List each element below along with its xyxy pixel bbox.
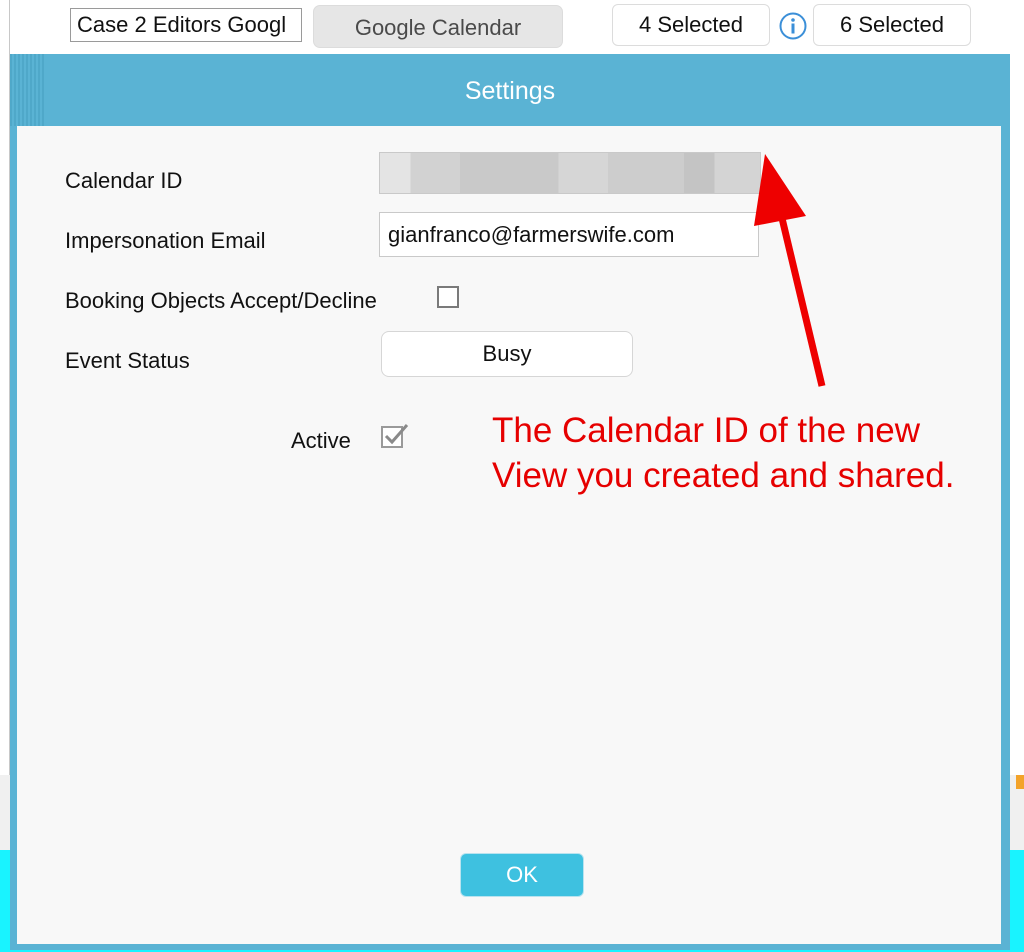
active-label: Active (291, 428, 351, 453)
booking-objects-label: Booking Objects Accept/Decline (65, 288, 377, 313)
calendar-id-label: Calendar ID (65, 168, 183, 193)
name-field[interactable]: Case 2 Editors Googl (70, 8, 302, 42)
event-status-select[interactable]: Busy (381, 331, 633, 377)
annotation-arrow-icon (754, 154, 826, 387)
active-checkbox[interactable] (381, 424, 409, 448)
calendar-id-input[interactable] (379, 152, 761, 194)
ok-button[interactable]: OK (460, 853, 584, 897)
info-circle-icon[interactable] (779, 12, 807, 40)
dialog-title: Settings (464, 77, 556, 105)
selected-right-button[interactable]: 6 Selected (813, 4, 971, 46)
booking-objects-checkbox[interactable] (437, 286, 459, 308)
checkmark-icon (384, 424, 409, 445)
annotation-text: The Calendar ID of the new View you crea… (492, 411, 955, 495)
selected-left-button[interactable]: 4 Selected (612, 4, 770, 46)
google-calendar-button[interactable]: Google Calendar (313, 5, 563, 48)
impersonation-email-label: Impersonation Email (65, 228, 266, 253)
impersonation-email-input[interactable]: gianfranco@farmerswife.com (379, 212, 759, 257)
event-status-label: Event Status (65, 348, 190, 373)
settings-dialog: Settings Calendar ID Impersonation Email… (10, 54, 1010, 950)
background-marker (1016, 775, 1024, 789)
dialog-body: Calendar ID Impersonation Email gianfran… (17, 126, 1001, 944)
